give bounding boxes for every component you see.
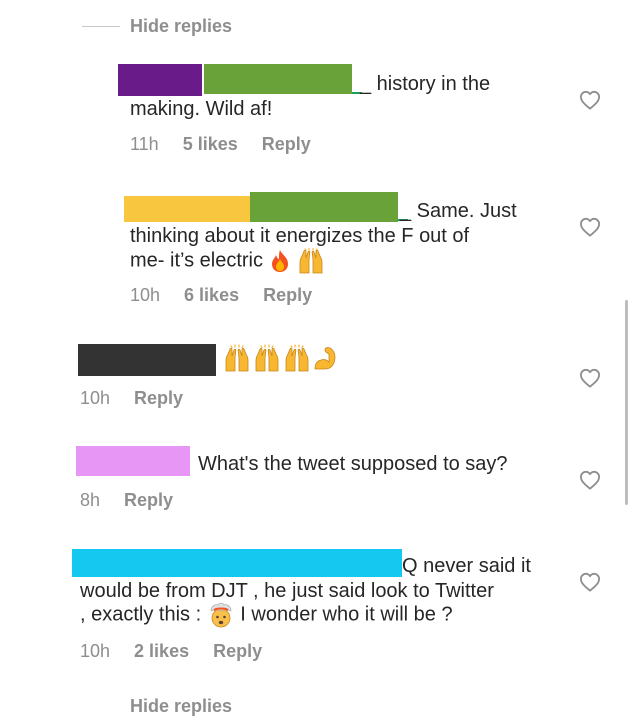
emoji-row <box>222 344 340 374</box>
heart-outline-icon[interactable] <box>579 470 601 490</box>
comment-text: _ Same. Just <box>400 200 517 222</box>
comment-text: What's the tweet supposed to say? <box>198 453 508 475</box>
redacted-username <box>204 64 352 94</box>
redacted-username <box>124 196 250 222</box>
heart-outline-icon[interactable] <box>579 90 601 110</box>
redacted-username <box>72 549 402 577</box>
hide-replies-divider <box>82 26 120 27</box>
reply-button[interactable]: Reply <box>134 388 183 408</box>
comment-text: , exactly this : <box>80 603 202 626</box>
redacted-username <box>76 446 190 476</box>
fire-icon <box>271 250 288 272</box>
comment-meta: 10h Reply <box>80 387 207 409</box>
reply-button[interactable]: Reply <box>263 285 312 305</box>
exploding-head-icon <box>210 602 232 628</box>
comment-time: 10h <box>130 285 161 305</box>
likes-count[interactable]: 5 likes <box>183 134 238 154</box>
comment-time: 8h <box>80 490 101 510</box>
comment-text: making. Wild af! <box>130 98 273 120</box>
comment-text: I wonder who it will be ? <box>240 603 453 626</box>
comment-text: thinking about it energizes the F out of <box>130 225 470 247</box>
hide-replies-button[interactable]: Hide replies <box>130 15 232 37</box>
heart-outline-icon[interactable] <box>579 217 601 237</box>
comment-time: 10h <box>80 388 111 408</box>
redacted-username <box>78 344 216 376</box>
raised-hands-icon <box>225 344 249 372</box>
comment-text: would be from DJT , he just said look to… <box>80 580 494 602</box>
comment-time: 11h <box>130 134 159 154</box>
raised-hands-icon <box>285 344 309 372</box>
flexed-biceps-icon <box>314 347 336 370</box>
comment-meta: 10h 2 likes Reply <box>80 640 286 662</box>
heart-outline-icon[interactable] <box>579 368 601 388</box>
likes-count[interactable]: 2 likes <box>134 641 189 661</box>
comment-text: _ history in the <box>360 73 491 95</box>
likes-count[interactable]: 6 likes <box>184 285 239 305</box>
comment-meta: 8h Reply <box>80 489 197 511</box>
comment-text-line: me- it’s electric <box>130 248 326 274</box>
comment-text: Q never said it <box>402 555 531 577</box>
comment-meta: 11h 5 likes Reply <box>130 133 335 155</box>
raised-hands-icon <box>255 344 279 372</box>
comment-text-line: , exactly this : I wonder who it will be… <box>80 602 453 628</box>
redacted-username <box>250 192 398 222</box>
reply-button[interactable]: Reply <box>213 641 262 661</box>
comment-time: 10h <box>80 641 111 661</box>
reply-button[interactable]: Reply <box>124 490 173 510</box>
raised-hands-icon <box>299 248 323 274</box>
comment-text: me- it’s electric <box>130 249 263 272</box>
scrollbar[interactable] <box>625 300 628 505</box>
heart-outline-icon[interactable] <box>579 572 601 592</box>
comment-meta: 10h 6 likes Reply <box>130 284 336 306</box>
redacted-username <box>118 64 202 96</box>
hide-replies-button[interactable]: Hide replies <box>130 695 232 717</box>
reply-button[interactable]: Reply <box>262 134 311 154</box>
